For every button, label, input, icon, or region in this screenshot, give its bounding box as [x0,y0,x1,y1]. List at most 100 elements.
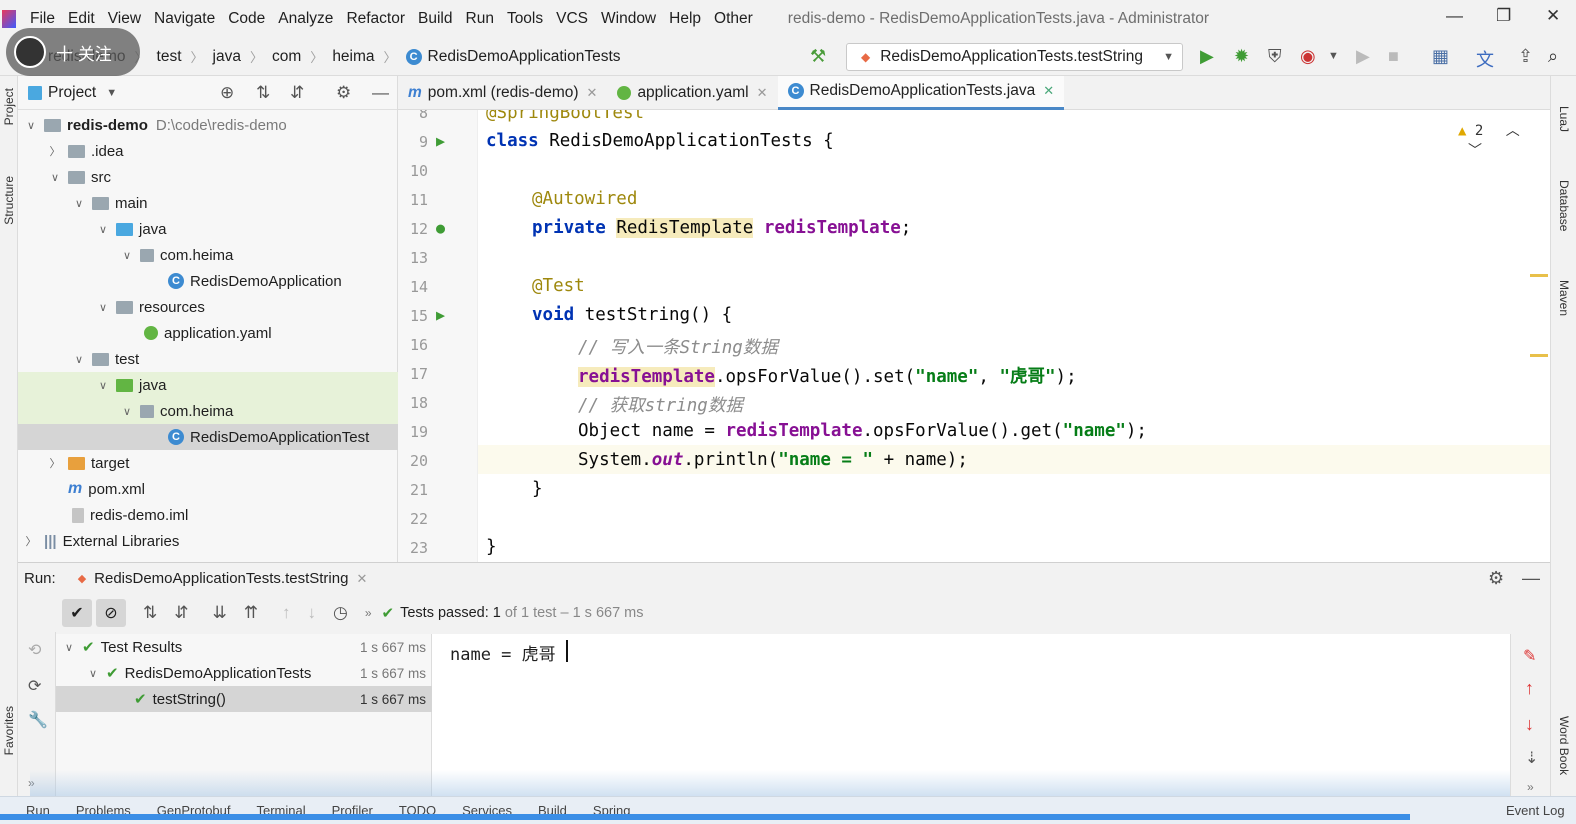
project-panel-title[interactable]: Project [48,84,96,102]
menu-edit[interactable]: Edit [68,10,95,28]
tree-item-test-package[interactable]: ∨ com.heima [18,398,398,424]
run-tab-label[interactable]: RedisDemoApplicationTests.testString [94,570,348,587]
tree-item-main-package[interactable]: ∨ com.heima [18,242,398,268]
collapse-all-icon[interactable]: ⇵ [290,83,304,103]
tool-window-luaj[interactable]: LuaJ [1557,106,1571,132]
tree-item-resources[interactable]: ∨ resources [18,294,398,320]
sort-alpha-icon[interactable]: ⇅ [143,603,157,623]
tree-item-iml[interactable]: redis-demo.iml [18,502,398,528]
tool-window-favorites[interactable]: Favorites [2,706,16,755]
gear-icon[interactable]: ⚙ [336,83,351,103]
tool-window-database[interactable]: Database [1557,180,1571,231]
menu-help[interactable]: Help [669,10,701,28]
tree-item-test[interactable]: ∨ test [18,346,398,372]
debug-icon[interactable]: ✹ [1234,46,1249,67]
toggle-auto-test-icon[interactable]: ⟳ [28,676,41,696]
menu-code[interactable]: Code [228,10,265,28]
close-icon[interactable]: ✕ [1546,6,1560,26]
build-hammer-icon[interactable]: ⚒ [810,46,826,67]
tree-item-external-libraries[interactable]: 〉 ||| External Libraries [18,528,398,554]
chevron-up-icon[interactable]: ︿ [1506,123,1520,139]
menu-window[interactable]: Window [601,10,656,28]
tab-pom-xml[interactable]: m pom.xml (redis-demo) ✕ [398,76,607,110]
minimize-icon[interactable]: — [1446,6,1463,26]
gear-icon[interactable]: ⚙ [1488,568,1504,589]
menu-vcs[interactable]: VCS [556,10,588,28]
event-log[interactable]: Event Log [1506,803,1565,818]
show-ignored-icon[interactable]: ⊘ [96,599,126,627]
show-passed-icon[interactable]: ✔ [62,599,92,627]
sort-icon[interactable]: ⇣ [1525,748,1538,768]
menu-view[interactable]: View [108,10,141,28]
translate-icon[interactable]: 文 [1476,46,1494,72]
test-row-method[interactable]: ✔ testString() 1 s 667 ms [56,686,432,712]
tree-item-redis-demo-application[interactable]: C RedisDemoApplication [18,268,398,294]
profile-icon[interactable]: ◉ [1300,46,1316,67]
expand-all-icon[interactable]: ⇊ [213,603,227,623]
tool-window-word-book[interactable]: Word Book [1557,716,1571,775]
more-icon[interactable]: » [1527,780,1534,794]
menu-navigate[interactable]: Navigate [154,10,215,28]
breadcrumb-com[interactable]: com [272,48,301,66]
run-icon[interactable]: ▶ [1200,46,1214,67]
menu-build[interactable]: Build [418,10,452,28]
arrow-up-icon[interactable]: ↑ [1525,678,1534,699]
close-icon[interactable]: ✕ [587,85,598,101]
coverage-icon[interactable]: ⛨ [1268,46,1282,67]
project-structure-icon[interactable]: ▦ [1432,46,1449,67]
close-icon[interactable]: ✕ [356,571,367,587]
run-test-gutter-icon[interactable]: ▶ [436,306,445,324]
tree-item-src[interactable]: ∨ src [18,164,398,190]
tool-window-structure[interactable]: Structure [2,176,16,225]
chevron-down-icon[interactable]: ▼ [1328,50,1339,62]
collapse-all-icon[interactable]: ⇈ [244,603,258,623]
menu-run[interactable]: Run [466,10,494,28]
breadcrumb-test[interactable]: test [157,48,182,66]
locate-icon[interactable]: ⊕ [220,83,234,103]
restore-icon[interactable]: ❐ [1496,6,1511,26]
tab-application-yaml[interactable]: application.yaml ✕ [607,76,777,110]
run-test-gutter-icon[interactable]: ▶ [436,132,445,150]
tree-item-idea[interactable]: 〉 .idea [18,138,398,164]
arrow-down-icon[interactable]: ↓ [1525,714,1534,735]
menu-file[interactable]: File [30,10,55,28]
bean-gutter-icon[interactable]: ● [436,219,445,237]
tree-item-target[interactable]: 〉 target [18,450,398,476]
wrench-icon[interactable]: 🔧 [28,710,48,730]
expand-all-icon[interactable]: ⇅ [256,83,270,103]
menu-other[interactable]: Other [714,10,753,28]
search-icon[interactable]: ⌕ [1548,46,1558,67]
close-icon[interactable]: ✕ [1043,83,1054,99]
code-editor[interactable]: 8 9 10 11 12 13 14 15 16 17 18 19 20 21 … [398,110,1550,562]
menu-analyze[interactable]: Analyze [278,10,333,28]
hide-panel-icon[interactable]: — [372,83,389,103]
chevron-down-icon[interactable]: ﹀ [1468,143,1482,159]
menu-tools[interactable]: Tools [507,10,543,28]
chevron-down-icon[interactable]: ▼ [106,87,117,99]
clear-console-icon[interactable]: ✎ [1523,646,1536,666]
tree-item-main[interactable]: ∨ main [18,190,398,216]
more-icon[interactable]: » [365,606,372,620]
tree-item-main-java[interactable]: ∨ java [18,216,398,242]
tool-window-maven[interactable]: Maven [1557,280,1571,316]
tab-redis-demo-application-tests[interactable]: C RedisDemoApplicationTests.java ✕ [777,75,1065,110]
tree-item-redis-demo[interactable]: ∨ redis-demo D:\code\redis-demo [18,112,398,138]
follow-overlay-badge[interactable]: 十 关注 [6,28,140,76]
close-icon[interactable]: ✕ [757,85,768,101]
hide-panel-icon[interactable]: — [1522,568,1540,589]
tool-window-project[interactable]: Project [2,88,16,125]
test-row-results[interactable]: ∨ ✔ Test Results 1 s 667 ms [56,634,432,660]
menu-refactor[interactable]: Refactor [346,10,405,28]
update-icon[interactable]: ⇪ [1518,46,1533,67]
inspection-widget[interactable]: ▲ 2 ︿ ﹀ [1458,120,1550,160]
run-configuration-select[interactable]: ◆ RedisDemoApplicationTests.testString ▼ [846,43,1183,71]
test-row-class[interactable]: ∨ ✔ RedisDemoApplicationTests 1 s 667 ms [56,660,432,686]
history-icon[interactable]: ◷ [333,603,348,623]
tree-item-pom-xml[interactable]: m pom.xml [18,476,398,502]
breadcrumb-class[interactable]: RedisDemoApplicationTests [428,48,621,66]
breadcrumb-heima[interactable]: heima [332,48,374,66]
breadcrumb-java[interactable]: java [213,48,241,66]
tree-item-application-yaml[interactable]: application.yaml [18,320,398,346]
tree-item-redis-demo-application-test[interactable]: C RedisDemoApplicationTest [18,424,398,450]
sort-duration-icon[interactable]: ⇵ [174,603,188,623]
